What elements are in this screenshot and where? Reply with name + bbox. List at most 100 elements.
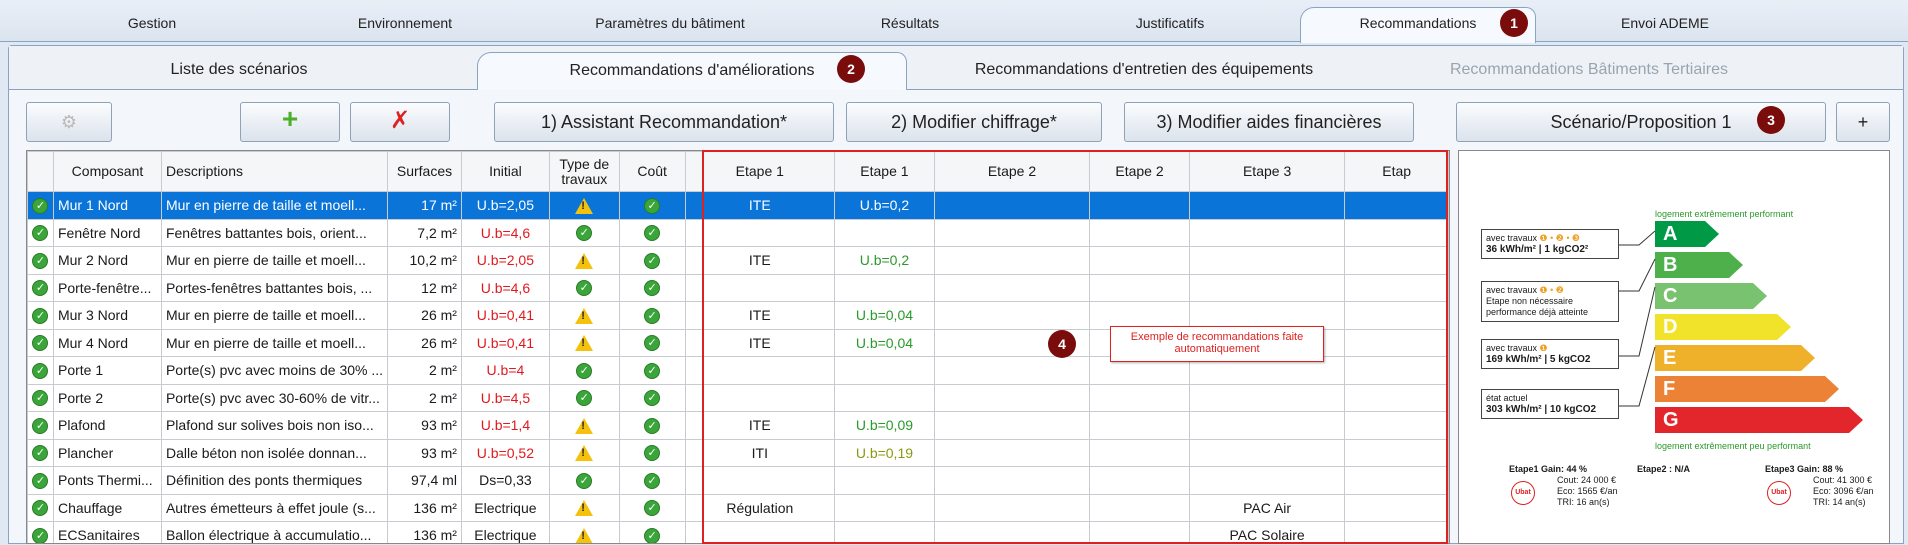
initial-cell[interactable]: U.b=4,5 — [460, 383, 550, 412]
header-etape-2b[interactable]: Etape 2 — [1089, 151, 1190, 192]
etape2-cell[interactable] — [933, 493, 1091, 522]
surface-cell[interactable]: 26 m² — [387, 328, 462, 357]
etape3-cell[interactable] — [1188, 301, 1346, 330]
etape2-value-cell[interactable] — [1089, 521, 1190, 543]
etape1-cell[interactable]: Régulation — [684, 493, 836, 522]
table-row[interactable]: ✓ Porte-fenêtre... Portes-fenêtres battant… — [27, 273, 1449, 302]
initial-cell[interactable]: Electrique — [460, 493, 550, 522]
etape1-value-cell[interactable]: U.b=0,2 — [834, 191, 935, 220]
header-etape-3[interactable]: Etape 3 — [1188, 151, 1346, 192]
etape2-value-cell[interactable] — [1089, 191, 1190, 220]
etape1-value-cell[interactable] — [834, 521, 935, 543]
etape2-cell[interactable] — [933, 438, 1091, 467]
type-travaux-cell[interactable]: ✓ — [548, 383, 620, 412]
description-cell[interactable]: Mur en pierre de taille et moell... — [160, 301, 389, 330]
type-travaux-cell[interactable] — [548, 521, 620, 543]
etape2-cell[interactable] — [933, 246, 1091, 275]
initial-cell[interactable]: U.b=0,41 — [460, 328, 550, 357]
etape1-value-cell[interactable]: U.b=0,19 — [834, 438, 935, 467]
etape2-value-cell[interactable] — [1089, 246, 1190, 275]
etape2-cell[interactable] — [933, 191, 1091, 220]
initial-cell[interactable]: U.b=4,6 — [460, 218, 550, 247]
etape3-cell[interactable] — [1188, 438, 1346, 467]
etape1-value-cell[interactable] — [834, 356, 935, 385]
etape1-cell[interactable]: ITI — [684, 438, 836, 467]
cout-cell[interactable]: ✓ — [618, 301, 686, 330]
composant-cell[interactable]: ECSanitaires — [52, 521, 162, 543]
etape3-value-cell[interactable] — [1344, 246, 1449, 275]
etape3-value-cell[interactable] — [1344, 521, 1449, 543]
surface-cell[interactable]: 7,2 m² — [387, 218, 462, 247]
type-travaux-cell[interactable] — [548, 438, 620, 467]
header-etape-1b[interactable]: Etape 1 — [834, 151, 935, 192]
composant-cell[interactable]: Mur 4 Nord — [52, 328, 162, 357]
header-initial[interactable]: Initial — [460, 151, 550, 192]
etape3-cell[interactable]: PAC Air — [1188, 493, 1346, 522]
etape3-value-cell[interactable] — [1344, 466, 1449, 495]
table-row[interactable]: ✓ Mur 2 Nord Mur en pierre de taille et mo… — [27, 246, 1449, 275]
initial-cell[interactable]: Electrique — [460, 521, 550, 543]
etape1-value-cell[interactable] — [834, 273, 935, 302]
initial-cell[interactable]: U.b=2,05 — [460, 191, 550, 220]
etape2-cell[interactable] — [933, 411, 1091, 440]
tab-recommandations-tertiaires[interactable]: Recommandations Bâtiments Tertiaires — [1429, 52, 1749, 90]
etape3-value-cell[interactable] — [1344, 383, 1449, 412]
table-row[interactable]: ✓ Plancher Dalle béton non isolée donnan..… — [27, 438, 1449, 467]
description-cell[interactable]: Porte(s) pvc avec 30-60% de vitr... — [160, 383, 389, 412]
table-row[interactable]: ✓ Chauffage Autres émetteurs à effet joule… — [27, 493, 1449, 522]
table-row[interactable]: ✓ ECSanitaires Ballon électrique à accumul… — [27, 521, 1449, 543]
etape2-cell[interactable] — [933, 218, 1091, 247]
etape3-cell[interactable] — [1188, 246, 1346, 275]
composant-cell[interactable]: Porte 2 — [52, 383, 162, 412]
settings-button[interactable]: ⚙ — [26, 102, 112, 142]
table-row[interactable]: ✓ Fenêtre Nord Fenêtres battantes bois, or… — [27, 218, 1449, 247]
etape1-value-cell[interactable] — [834, 466, 935, 495]
cout-cell[interactable]: ✓ — [618, 191, 686, 220]
etape3-value-cell[interactable] — [1344, 493, 1449, 522]
surface-cell[interactable]: 136 m² — [387, 521, 462, 543]
composant-cell[interactable]: Porte 1 — [52, 356, 162, 385]
header-type-travaux[interactable]: Type de travaux — [548, 151, 620, 192]
etape2-cell[interactable] — [933, 273, 1091, 302]
etape3-cell[interactable] — [1188, 218, 1346, 247]
description-cell[interactable]: Ballon électrique à accumulatio... — [160, 521, 389, 543]
etape1-cell[interactable] — [684, 521, 836, 543]
tab-parametres-batiment[interactable]: Paramètres du bâtiment — [570, 8, 770, 42]
header-etape-3b[interactable]: Etap — [1344, 151, 1449, 192]
etape1-value-cell[interactable]: U.b=0,09 — [834, 411, 935, 440]
etape3-value-cell[interactable] — [1344, 218, 1449, 247]
description-cell[interactable]: Mur en pierre de taille et moell... — [160, 246, 389, 275]
etape2-cell[interactable] — [933, 383, 1091, 412]
initial-cell[interactable]: U.b=0,41 — [460, 301, 550, 330]
etape3-cell[interactable] — [1188, 383, 1346, 412]
etape3-value-cell[interactable] — [1344, 273, 1449, 302]
type-travaux-cell[interactable]: ✓ — [548, 273, 620, 302]
add-scenario-button[interactable]: + — [1836, 102, 1890, 142]
initial-cell[interactable]: U.b=2,05 — [460, 246, 550, 275]
type-travaux-cell[interactable] — [548, 191, 620, 220]
description-cell[interactable]: Autres émetteurs à effet joule (s... — [160, 493, 389, 522]
etape2-value-cell[interactable] — [1089, 273, 1190, 302]
description-cell[interactable]: Mur en pierre de taille et moell... — [160, 328, 389, 357]
etape2-cell[interactable] — [933, 466, 1091, 495]
composant-cell[interactable]: Mur 3 Nord — [52, 301, 162, 330]
surface-cell[interactable]: 136 m² — [387, 493, 462, 522]
delete-button[interactable]: ✗ — [350, 102, 450, 142]
cout-cell[interactable]: ✓ — [618, 356, 686, 385]
description-cell[interactable]: Mur en pierre de taille et moell... — [160, 191, 389, 220]
initial-cell[interactable]: U.b=1,4 — [460, 411, 550, 440]
etape3-value-cell[interactable] — [1344, 411, 1449, 440]
etape1-cell[interactable]: ITE — [684, 411, 836, 440]
type-travaux-cell[interactable] — [548, 493, 620, 522]
etape2-value-cell[interactable] — [1089, 383, 1190, 412]
etape3-cell[interactable] — [1188, 466, 1346, 495]
etape1-cell[interactable]: ITE — [684, 246, 836, 275]
description-cell[interactable]: Porte(s) pvc avec moins de 30% ... — [160, 356, 389, 385]
etape3-value-cell[interactable] — [1344, 328, 1449, 357]
surface-cell[interactable]: 2 m² — [387, 356, 462, 385]
surface-cell[interactable]: 10,2 m² — [387, 246, 462, 275]
etape2-value-cell[interactable] — [1089, 466, 1190, 495]
table-row[interactable]: ✓ Mur 3 Nord Mur en pierre de taille et mo… — [27, 301, 1449, 330]
tab-justificatifs[interactable]: Justificatifs — [1110, 8, 1230, 42]
type-travaux-cell[interactable] — [548, 246, 620, 275]
